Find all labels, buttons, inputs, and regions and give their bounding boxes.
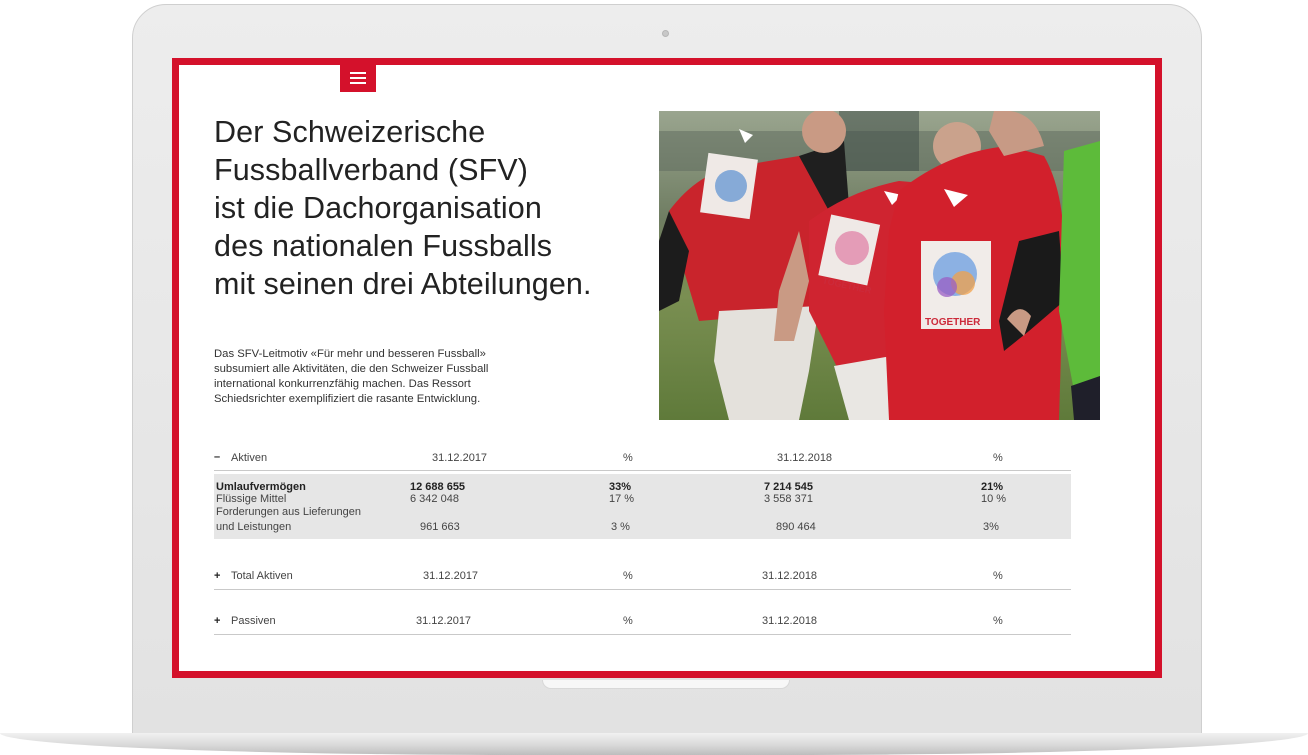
row-label: Passiven [231, 615, 276, 627]
intro-line: Schiedsrichter exemplifiziert die rasant… [214, 393, 481, 405]
hero-photo: TOGETHER TOGETHER [659, 111, 1100, 420]
column-header-2017: 31.12.2017 [416, 615, 472, 627]
value-cell: 3 558 371 [764, 493, 813, 505]
intro-line: Das SFV-Leitmotiv «Für mehr und besseren… [214, 348, 486, 360]
column-header-2017: 31.12.2017 [432, 452, 488, 464]
webcam-icon [662, 30, 669, 37]
row-label-forderungen-cont: und Leistungen [216, 521, 292, 533]
menu-bar [350, 77, 366, 79]
percent-cell: 3% [983, 521, 999, 533]
column-header-percent: % [993, 570, 1003, 582]
column-header-percent: % [623, 452, 633, 464]
percent-cell: 33% [609, 481, 632, 493]
value-cell: 890 464 [776, 521, 816, 533]
divider [214, 470, 1071, 471]
percent-cell: 10 % [981, 493, 1007, 505]
row-label: Aktiven [231, 452, 268, 464]
row-label-umlaufvermoegen: Umlaufvermögen [216, 481, 306, 493]
value-cell: 12 688 655 [410, 481, 466, 493]
value-cell: 7 214 545 [764, 481, 813, 493]
column-header-2017: 31.12.2017 [423, 570, 479, 582]
divider [214, 589, 1071, 590]
percent-cell: 3 % [611, 521, 630, 533]
column-header-2018: 31.12.2018 [777, 452, 833, 464]
players-photo-illustration: TOGETHER TOGETHER [659, 111, 1100, 420]
title-line: des nationalen Fussballs [214, 229, 553, 263]
laptop-notch [542, 680, 790, 689]
column-header-percent: % [993, 452, 1003, 464]
plus-icon[interactable]: + [214, 570, 220, 582]
column-header-percent: % [623, 570, 633, 582]
value-cell: 6 342 048 [410, 493, 459, 505]
column-header-percent: % [623, 615, 633, 627]
column-header-percent: % [993, 615, 1003, 627]
laptop-base [0, 733, 1308, 755]
hamburger-menu-icon[interactable] [340, 64, 376, 92]
value-cell: 961 663 [420, 521, 460, 533]
shirt-text: TOGETHER [925, 317, 981, 328]
percent-cell: 21% [981, 481, 1004, 493]
intro-line: subsumiert alle Aktivitäten, die den Sch… [214, 363, 489, 375]
percent-cell: 17 % [609, 493, 635, 505]
menu-bar [350, 72, 366, 74]
divider [214, 634, 1071, 635]
column-header-2018: 31.12.2018 [762, 615, 818, 627]
title-line: mit seinen drei Abteilungen. [214, 267, 592, 301]
intro-paragraph: Das SFV-Leitmotiv «Für mehr und besseren… [214, 347, 574, 407]
page-title: Der Schweizerische Fussballverband (SFV)… [214, 113, 654, 303]
menu-bar [350, 82, 366, 84]
title-line: Der Schweizerische [214, 115, 486, 149]
title-line: Fussballverband (SFV) [214, 153, 528, 187]
aktiven-details: Umlaufvermögen 12 688 655 33% 7 214 545 … [214, 474, 1071, 539]
row-label-fluessige-mittel: Flüssige Mittel [216, 493, 287, 505]
title-line: ist die Dachorganisation [214, 191, 542, 225]
row-label-forderungen: Forderungen aus Lieferungen [216, 506, 361, 518]
row-label: Total Aktiven [231, 570, 293, 582]
column-header-2018: 31.12.2018 [762, 570, 818, 582]
minus-icon[interactable]: – [214, 451, 220, 463]
plus-icon[interactable]: + [214, 615, 220, 627]
intro-line: international konkurrenzfähig machen. Da… [214, 378, 471, 390]
